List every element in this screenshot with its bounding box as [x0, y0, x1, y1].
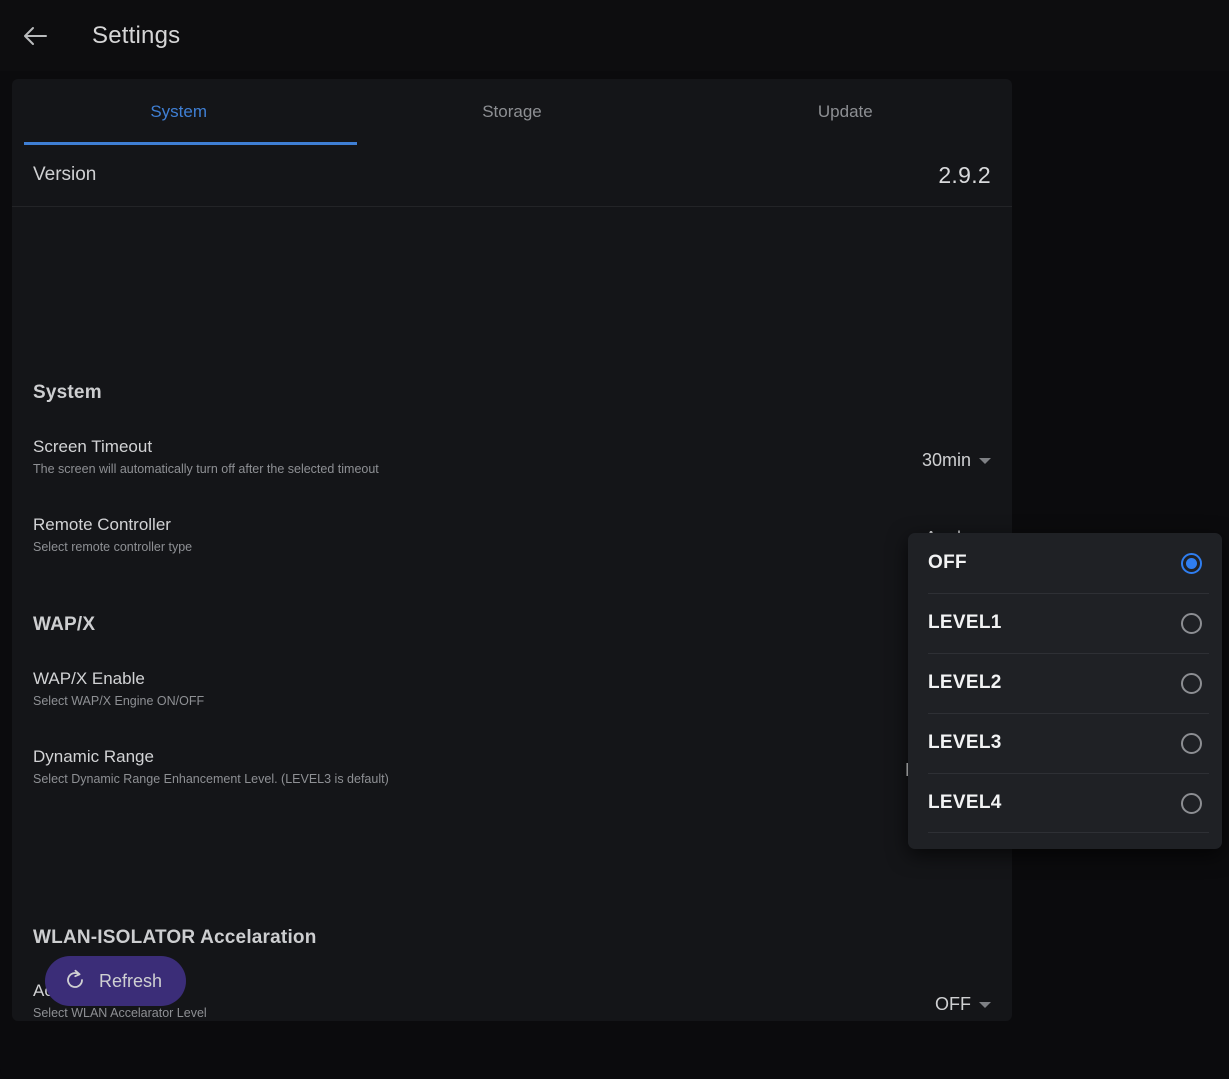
tab-bar: System Storage Update	[12, 79, 1012, 145]
dropdown-option-level2[interactable]: LEVEL2	[908, 653, 1222, 713]
setting-desc-remote-controller: Select remote controller type	[33, 540, 193, 554]
page-title: Settings	[92, 21, 181, 49]
tab-storage-label: Storage	[482, 101, 542, 121]
chevron-down-icon	[979, 457, 991, 464]
section-header-wapx: WAP/X	[33, 614, 96, 635]
section-header-wlan: WLAN-ISOLATOR Accelaration	[33, 927, 317, 948]
dropdown-screen-timeout[interactable]: 30min	[922, 450, 991, 471]
tab-update[interactable]: Update	[679, 79, 1012, 144]
settings-card: System Storage Update Version 2.9.2 Syst…	[12, 79, 1012, 1021]
version-label: Version	[33, 164, 97, 185]
dropdown-accelarator-level-value: OFF	[935, 994, 971, 1014]
setting-label-wapx-enable: WAP/X Enable	[33, 669, 145, 688]
dropdown-option-level1[interactable]: LEVEL1	[908, 593, 1222, 653]
dropdown-option-level3[interactable]: LEVEL3	[908, 713, 1222, 773]
dropdown-option-level4[interactable]: LEVEL4	[908, 773, 1222, 833]
version-row: Version 2.9.2	[12, 144, 1012, 207]
arrow-left-icon	[22, 25, 48, 47]
setting-desc-screen-timeout: The screen will automatically turn off a…	[33, 462, 379, 476]
back-button[interactable]	[13, 14, 57, 58]
dropdown-option-label: LEVEL2	[928, 672, 1002, 693]
setting-row-screen-timeout: Screen Timeout The screen will automatic…	[33, 436, 991, 478]
setting-desc-wapx-enable: Select WAP/X Engine ON/OFF	[33, 694, 205, 708]
setting-row-wapx-enable: WAP/X Enable Select WAP/X Engine ON/OFF	[33, 668, 991, 710]
dropdown-option-off[interactable]: OFF	[908, 533, 1222, 593]
radio-button-level4[interactable]	[1181, 792, 1202, 814]
setting-desc-accelarator-level: Select WLAN Accelarator Level	[33, 1006, 207, 1020]
radio-button-level2[interactable]	[1181, 672, 1202, 694]
setting-texts: WAP/X Enable Select WAP/X Engine ON/OFF	[33, 668, 204, 710]
dropdown-accelarator-level[interactable]: OFF	[935, 994, 991, 1015]
setting-label-dynamic-range: Dynamic Range	[33, 747, 154, 766]
dropdown-screen-timeout-value: 30min	[921, 450, 971, 470]
tab-update-label: Update	[817, 101, 873, 121]
dropdown-option-label: LEVEL1	[928, 612, 1002, 633]
setting-row-remote-controller: Remote Controller Select remote controll…	[33, 514, 991, 556]
chevron-down-icon	[979, 1001, 991, 1008]
radio-button-off[interactable]	[1181, 552, 1202, 574]
version-value: 2.9.2	[938, 161, 991, 188]
setting-texts: Remote Controller Select remote controll…	[33, 514, 192, 556]
tab-system[interactable]: System	[12, 79, 345, 144]
setting-label-remote-controller: Remote Controller	[33, 515, 171, 534]
setting-texts: Screen Timeout The screen will automatic…	[33, 436, 379, 478]
setting-desc-dynamic-range: Select Dynamic Range Enhancement Level. …	[33, 772, 389, 786]
dropdown-option-label: LEVEL3	[928, 732, 1002, 753]
level-dropdown-popup: OFF LEVEL1 LEVEL2 LEVEL3 LEVEL4	[908, 533, 1222, 849]
top-app-bar: Settings	[0, 0, 1229, 71]
tab-system-label: System	[150, 101, 207, 121]
settings-screen: Settings System Storage Update Version 2…	[0, 0, 1229, 1079]
setting-label-screen-timeout: Screen Timeout	[33, 437, 153, 456]
section-header-system: System	[33, 382, 102, 403]
dropdown-option-label: OFF	[928, 552, 967, 573]
radio-button-level3[interactable]	[1181, 732, 1202, 754]
tab-storage[interactable]: Storage	[345, 79, 678, 144]
refresh-button-label: Refresh	[99, 970, 163, 991]
radio-button-level1[interactable]	[1181, 612, 1202, 634]
refresh-button[interactable]: Refresh	[45, 956, 187, 1006]
setting-row-dynamic-range: Dynamic Range Select Dynamic Range Enhan…	[33, 746, 991, 788]
refresh-icon	[63, 968, 87, 995]
setting-texts: Dynamic Range Select Dynamic Range Enhan…	[33, 746, 389, 788]
dropdown-option-label: LEVEL4	[928, 792, 1002, 813]
